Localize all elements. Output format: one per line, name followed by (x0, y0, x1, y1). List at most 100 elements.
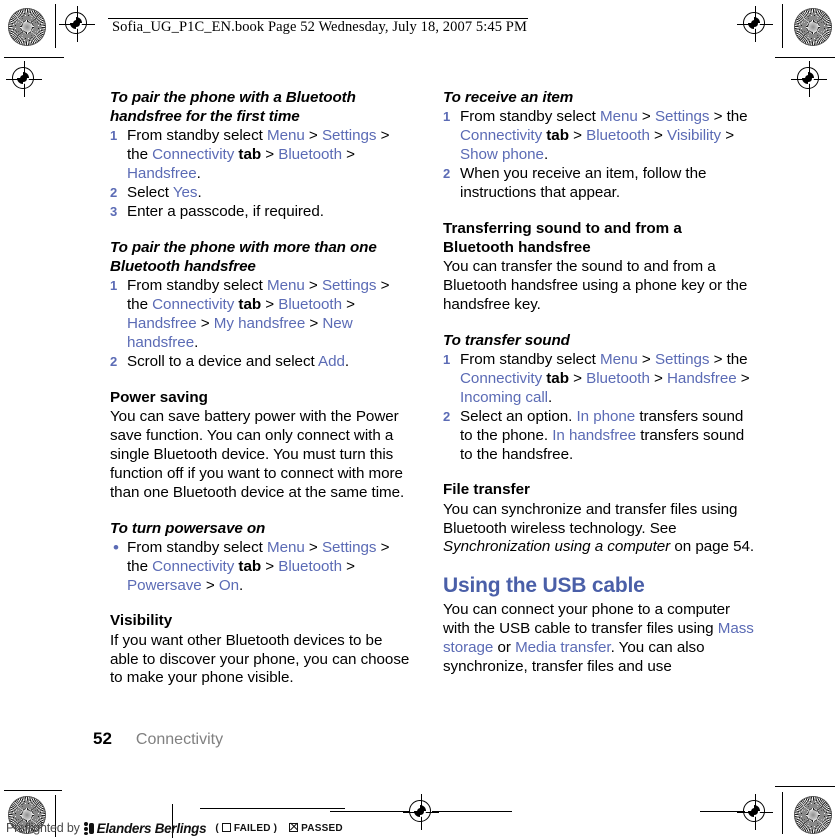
step-text-run-1: In phone (576, 407, 636, 425)
step-text-run-10: Visibility (667, 127, 722, 145)
preflight-passed-label: PASSED (301, 822, 343, 834)
text-using-the-usb-cable-run-0: You can connect your phone to a computer… (443, 600, 731, 637)
step-text-run-9: > (341, 296, 355, 314)
preflight-brand: Elanders Berlings (96, 820, 207, 836)
list-item: 1 From standby select Menu > Settings > t… (110, 277, 410, 353)
step-number: 2 (110, 353, 118, 369)
step-text-run-10: Handsfree (667, 369, 737, 387)
preflight-stamp: Preflighted by Elanders Berlings (FAILED… (6, 818, 343, 838)
step-text-run-6: tab (542, 369, 569, 387)
text-file-transfer-run-2: on page 54. (670, 538, 755, 556)
step-text-run-2: > (304, 538, 322, 556)
step-number: 2 (443, 408, 451, 424)
heading-transferring-sound: Transferring sound to and from a Bluetoo… (443, 219, 682, 256)
step-text-run-12: Incoming call (460, 388, 548, 406)
step-text-run-0: Enter a passcode, if required. (127, 202, 324, 220)
text-file-transfer: You can synchronize and transfer files u… (443, 501, 755, 558)
step-text-run-7: > (261, 557, 279, 575)
step-text-run-6: tab (234, 146, 262, 164)
list-item: 2 Select Yes. (110, 184, 410, 203)
step-text-run-11: > (201, 576, 219, 594)
step-text-run-13: . (543, 145, 549, 163)
step-text-run-9: > (649, 127, 668, 145)
heading-pair-first-time: To pair the phone with a Bluetooth hands… (110, 89, 356, 126)
step-text-run-1: Menu (266, 277, 305, 295)
step-text-run-13: . (547, 388, 553, 406)
step-text-run-9: > (649, 369, 668, 387)
step-text-run-3: Settings (321, 277, 377, 295)
step-text-run-12: My handsfree (213, 315, 306, 333)
step-text-run-2: . (197, 184, 202, 202)
text-using-the-usb-cable-run-2: or (493, 638, 516, 656)
heading-using-the-usb-cable: Using the USB cable (443, 574, 645, 598)
list-item: 3 Enter a passcode, if required. (110, 203, 410, 222)
step-text-run-6: tab (234, 296, 262, 314)
step-text-run-0: From standby select (127, 127, 267, 145)
step-text-run-2: > (637, 350, 655, 368)
step-number: 2 (110, 185, 118, 201)
step-number: 1 (443, 351, 451, 367)
step-text-run-5: Connectivity (152, 296, 235, 314)
step-text-run-1: Menu (599, 108, 638, 126)
step-text-run-6: tab (234, 557, 262, 575)
step-text-run-10: Handsfree (127, 165, 197, 183)
steps-pair-first-time: 1 From standby select Menu > Settings > t… (110, 127, 410, 222)
step-text-run-8: Bluetooth (278, 557, 342, 575)
step-text-run-7: > (261, 296, 279, 314)
step-text-run-3: Settings (654, 350, 710, 368)
step-text-run-0: When you receive an item, follow the ins… (460, 164, 707, 201)
preflight-failed-close-paren: ) (273, 822, 278, 834)
step-text-run-12: On (218, 576, 240, 594)
step-number: 1 (110, 278, 118, 294)
step-text-run-11: > (721, 127, 735, 145)
text-file-transfer-run-0: You can synchronize and transfer files u… (443, 500, 738, 537)
heading-file-transfer: File transfer (443, 481, 530, 499)
list-item: • From standby select Menu > Settings > t… (110, 537, 410, 596)
step-text-run-13: . (239, 576, 244, 594)
step-text-run-7: > (568, 127, 587, 145)
step-text-run-9: > (341, 146, 355, 164)
list-item: 2 Select an option. In phone transfers so… (443, 408, 755, 465)
step-text-run-4: > the (709, 108, 748, 126)
text-visibility: If you want other Bluetooth devices to b… (110, 631, 410, 687)
text-power-saving: You can save battery power with the Powe… (110, 407, 405, 501)
preflight-failed-result: (FAILED ) (215, 822, 278, 834)
step-text-run-15: . (194, 333, 199, 351)
step-text-run-0: From standby select (460, 108, 600, 126)
step-number: 3 (110, 203, 118, 219)
step-text-run-8: Bluetooth (278, 146, 342, 164)
right-column: To receive an item 1 From standby select … (443, 88, 755, 677)
step-number: 1 (443, 109, 451, 125)
text-transferring-sound: You can transfer the sound to and from a… (443, 258, 748, 313)
checkbox-unchecked-icon (221, 822, 231, 832)
preflight-passed-result: PASSED (286, 822, 343, 834)
step-text-run-3: Settings (321, 127, 377, 145)
step-text-run-0: From standby select (460, 350, 600, 368)
step-text-run-1: Menu (266, 538, 305, 556)
heading-visibility: Visibility (110, 612, 173, 630)
steps-turn-powersave-on: • From standby select Menu > Settings > t… (110, 537, 410, 596)
step-text-run-9: > (341, 557, 355, 575)
step-text-run-3: In handsfree (552, 426, 637, 444)
step-text-run-0: From standby select (127, 277, 267, 295)
step-text-run-5: Connectivity (460, 127, 543, 145)
checkbox-checked-icon (289, 822, 299, 832)
preflight-failed-open-paren: ( (215, 822, 219, 834)
step-text-run-0: Scroll to a device and select (127, 352, 318, 370)
bullet-icon: • (113, 537, 119, 557)
elanders-logo-icon (83, 821, 95, 835)
heading-transfer-sound: To transfer sound (443, 331, 570, 349)
step-text-run-1: Add (317, 352, 345, 370)
heading-receive-an-item: To receive an item (443, 89, 574, 106)
step-text-run-11: > (196, 315, 214, 333)
heading-turn-powersave-on: To turn powersave on (110, 519, 266, 537)
step-text-run-0: Select an option. (460, 407, 577, 425)
step-text-run-4: > the (709, 350, 748, 368)
step-text-run-1: Menu (266, 127, 305, 145)
